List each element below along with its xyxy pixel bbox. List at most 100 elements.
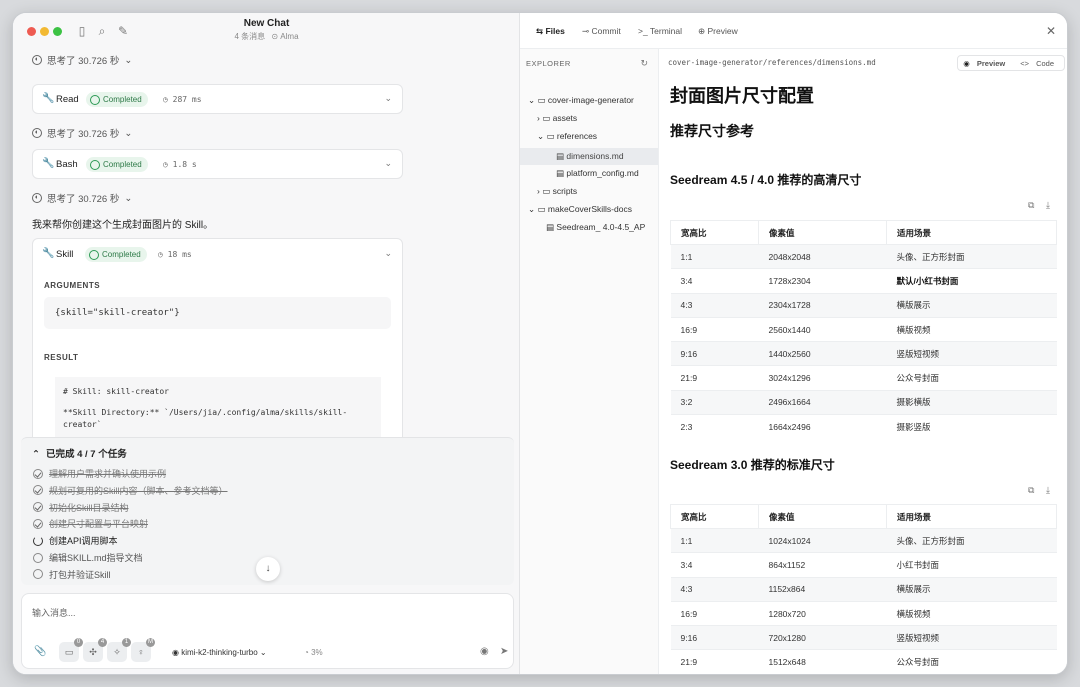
code-toggle[interactable]: <> Code <box>1015 59 1064 68</box>
download-icon[interactable]: ⤓ <box>1046 485 1050 496</box>
thinking-toggle[interactable]: ◐ 思考了 30.726 秒 ⌄ <box>32 126 132 140</box>
table1-title: Seedream 4.5 / 4.0 推荐的高清尺寸 <box>670 173 862 187</box>
table-cell: 3:4 <box>670 552 759 578</box>
table-cell: 2048x2048 <box>758 243 887 269</box>
task-item: 理解用户需求并确认使用示例 <box>33 467 166 480</box>
eye-icon[interactable]: ◉ <box>480 646 489 657</box>
explorer-label: EXPLORER <box>526 59 571 68</box>
table-cell: 横版视频 <box>886 316 1057 342</box>
tree-folder-docs[interactable]: ⌄ ▭ makeCoverSkills-docs <box>528 204 632 215</box>
task-item: 初始化Skill目录结构 <box>33 501 129 514</box>
tab-label: Files <box>545 26 565 36</box>
table-row: 21:9 1512x648 公众号封面 <box>670 649 1057 674</box>
badge-count: 1 <box>122 638 131 647</box>
table-cell: 3:2 <box>670 673 759 674</box>
tab-terminal[interactable]: >_ Terminal <box>638 26 682 36</box>
duration-value: 1.8 s <box>172 160 197 169</box>
document-preview[interactable]: cover-image-generator/references/dimensi… <box>660 49 1067 674</box>
skills-button[interactable]: ✧ 1 <box>107 638 131 662</box>
table-row: 21:9 3024x1296 公众号封面 <box>670 365 1057 391</box>
wrench-icon: 🔧 <box>42 158 55 169</box>
size-table-hd: 宽高比 像素值 适用场景 1:1 2048x2048 头像、正方形封面 3:4 1728x23… <box>670 220 1057 439</box>
table-cell: 小红书封面 <box>886 552 1057 578</box>
tree-label: cover-image-generator <box>547 95 634 105</box>
task-item: 创建尺寸配置与平台映射 <box>33 517 148 530</box>
tree-folder-references[interactable]: ⌄ ▭ references <box>537 131 597 142</box>
tree-file-dimensions[interactable]: ▤ dimensions.md <box>520 148 658 165</box>
tab-commit[interactable]: ⊸ Commit <box>582 26 621 37</box>
tree-file-platform-config[interactable]: ▤ platform_config.md <box>556 168 639 179</box>
duration-value: 287 ms <box>172 95 202 104</box>
table-cell: 竖版短视频 <box>886 341 1057 366</box>
chevron-down-icon[interactable]: ⌄ <box>384 93 392 104</box>
tools-button[interactable]: ✣ 4 <box>83 638 107 662</box>
table-row: 1:1 1024x1024 头像、正方形封面 <box>670 527 1057 553</box>
table-cell: 4:3 <box>670 576 759 602</box>
arguments-value: {skill="skill-creator"} <box>44 297 391 329</box>
attach-icon[interactable]: 📎 <box>34 646 46 657</box>
table-cell: 默认/小红书封面 <box>886 268 1057 294</box>
table-cell: 1024x1024 <box>758 527 887 553</box>
arguments-label: ARGUMENTS <box>44 281 101 290</box>
table-row: 3:21248x832摄影横版 <box>670 673 1057 674</box>
tool-call-skill[interactable]: 🔧 Skill Completed ◷ 18 ms ⌄ ARGUMENTS {s… <box>32 238 403 443</box>
files-pane: ⇆ Files ⊸ Commit >_ Terminal ⊕ Preview ✕… <box>520 13 1067 674</box>
context-percent: 3% <box>311 648 323 657</box>
thinking-toggle[interactable]: ◐ 思考了 30.726 秒 ⌄ <box>32 53 132 67</box>
task-label: 创建尺寸配置与平台映射 <box>49 519 149 530</box>
tab-label: Preview <box>707 26 738 36</box>
toggle-label: Preview <box>976 58 1006 68</box>
table-cell: 1280x720 <box>758 600 887 626</box>
file-path: cover-image-generator/references/dimensi… <box>668 58 876 67</box>
folder-button[interactable]: ▭ 0 <box>59 638 83 662</box>
circle-icon <box>33 552 43 563</box>
tool-call-read[interactable]: 🔧 Read Completed ◷ 287 ms ⌄ <box>32 84 403 114</box>
table-cell: 摄影横版 <box>886 389 1057 415</box>
thinking-label: 思考了 30.726 秒 <box>47 129 120 140</box>
copy-icon[interactable]: ⧉ <box>1028 485 1034 496</box>
table-cell: 1152x864 <box>758 576 887 602</box>
tab-files[interactable]: ⇆ Files <box>536 26 565 37</box>
wrench-icon: 🔧 <box>42 248 55 259</box>
tree-folder-root[interactable]: ⌄ ▭ cover-image-generator <box>528 95 634 106</box>
chevron-up-icon: ⌃ <box>32 449 40 460</box>
thinking-toggle[interactable]: ◐ 思考了 30.726 秒 ⌄ <box>32 191 132 205</box>
memory-button[interactable]: ♀ M <box>131 638 155 662</box>
tab-preview[interactable]: ⊕ Preview <box>698 26 738 37</box>
close-icon[interactable]: ✕ <box>1046 24 1056 38</box>
status-badge: Completed <box>85 247 147 262</box>
scroll-down-button[interactable]: ↓ <box>256 557 280 581</box>
table-header-cell: 宽高比 <box>670 220 759 245</box>
chevron-down-icon[interactable]: ⌄ <box>384 248 392 259</box>
chevron-down-icon[interactable]: ⌄ <box>384 158 392 169</box>
table-cell: 4:3 <box>670 292 759 318</box>
tool-duration: ◷ 1.8 s <box>163 160 197 169</box>
message-input[interactable]: 输入消息... <box>32 606 76 619</box>
chat-subtitle: 4 条消息 ⊙ Alma <box>13 31 520 42</box>
table-header-row: 宽高比 像素值 适用场景 <box>670 220 1057 245</box>
table-cell: 21:9 <box>670 649 759 674</box>
check-circle-icon <box>33 468 43 479</box>
copy-icon[interactable]: ⧉ <box>1028 200 1034 211</box>
task-heading[interactable]: ⌃ 已完成 4 / 7 个任务 <box>32 446 127 460</box>
download-icon[interactable]: ⤓ <box>1046 200 1050 211</box>
badge-count: M <box>146 638 155 647</box>
tree-file-seedream[interactable]: ▤ Seedream_ 4.0-4.5_AP <box>546 222 658 233</box>
table-cell: 1:1 <box>670 527 759 553</box>
toggle-label: Code <box>1036 58 1054 68</box>
table-row: 4:3 2304x1728 横版展示 <box>670 292 1057 318</box>
chat-scroll[interactable]: ◐ 思考了 30.726 秒 ⌄ 🔧 Read Completed ◷ 287 … <box>13 43 520 443</box>
model-selector[interactable]: ◉ kimi-k2-thinking-turbo ⌄ <box>172 648 267 657</box>
table-cell: 2:3 <box>670 414 759 439</box>
tree-folder-assets[interactable]: › ▭ assets <box>537 113 577 124</box>
thinking-icon: ◐ <box>32 128 42 138</box>
send-icon[interactable]: ➤ <box>500 646 508 657</box>
tree-label: platform_config.md <box>566 168 639 178</box>
refresh-icon[interactable]: ↻ <box>640 58 648 69</box>
task-item: 打包并验证Skill <box>33 568 111 581</box>
preview-toggle[interactable]: ◉ Preview <box>958 59 1015 68</box>
tree-folder-scripts[interactable]: › ▭ scripts <box>537 186 577 197</box>
tool-call-bash[interactable]: 🔧 Bash Completed ◷ 1.8 s ⌄ <box>32 149 403 179</box>
table-cell: 竖版短视频 <box>886 625 1057 650</box>
table-row: 4:3 1152x864 横版展示 <box>670 576 1057 602</box>
